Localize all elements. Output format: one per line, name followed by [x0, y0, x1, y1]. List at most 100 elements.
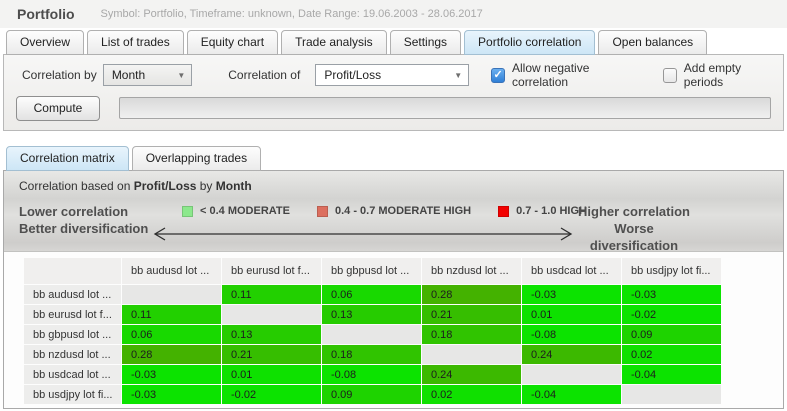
matrix-value-cell: 0.13	[322, 305, 421, 324]
tab-trade-analysis[interactable]: Trade analysis	[281, 30, 387, 55]
lower-correlation-line1: Lower correlation	[19, 203, 148, 220]
matrix-value-cell: 0.21	[222, 345, 321, 364]
checkbox-icon[interactable]: ✓	[663, 68, 677, 83]
subtab-overlapping-trades[interactable]: Overlapping trades	[132, 146, 261, 171]
based-on-measure: Profit/Loss	[134, 179, 197, 193]
chevron-down-icon: ▼	[454, 71, 462, 80]
tab-portfolio-correlation[interactable]: Portfolio correlation	[464, 30, 595, 55]
matrix-value-cell: 0.18	[422, 325, 521, 344]
matrix-diagonal-cell	[222, 305, 321, 324]
correlation-of-select[interactable]: Profit/Loss ▼	[315, 64, 469, 86]
matrix-row-label: bb audusd lot ...	[24, 285, 121, 304]
matrix-value-cell: 0.02	[422, 385, 521, 404]
based-on-text: Correlation based on Profit/Loss by Mont…	[4, 171, 783, 193]
window-header: Portfolio Symbol: Portfolio, Timeframe: …	[0, 0, 787, 28]
matrix-row-label: bb gbpusd lot ...	[24, 325, 121, 344]
matrix-value-cell: -0.08	[322, 365, 421, 384]
matrix-column-header: bb gbpusd lot ...	[322, 258, 421, 284]
double-arrow-icon	[144, 226, 582, 242]
matrix-row: bb gbpusd lot ...0.060.130.18-0.080.09	[24, 325, 721, 344]
matrix-row-label: bb usdjpy lot fi...	[24, 385, 121, 404]
matrix-value-cell: 0.06	[322, 285, 421, 304]
matrix-value-cell: -0.08	[522, 325, 621, 344]
matrix-value-cell: 0.28	[122, 345, 221, 364]
matrix-diagonal-cell	[422, 345, 521, 364]
compute-button[interactable]: Compute	[16, 96, 100, 121]
worse-diversification-line2: Worse diversification	[574, 220, 694, 254]
allow-negative-correlation-checkbox[interactable]: ✓ Allow negative correlation	[491, 61, 637, 89]
legend-item: 0.4 - 0.7 MODERATE HIGH	[317, 205, 471, 217]
legend-section: Correlation based on Profit/Loss by Mont…	[4, 171, 783, 252]
matrix-value-cell: 0.11	[122, 305, 221, 324]
correlation-by-label: Correlation by	[22, 68, 103, 82]
correlation-matrix: bb audusd lot ...bb eurusd lot f...bb gb…	[4, 252, 783, 405]
matrix-value-cell: -0.03	[622, 285, 721, 304]
add-empty-periods-label: Add empty periods	[684, 61, 775, 89]
matrix-value-cell: 0.24	[422, 365, 521, 384]
main-tabs: OverviewList of tradesEquity chartTrade …	[0, 30, 787, 55]
matrix-diagonal-cell	[622, 385, 721, 404]
correlation-by-value: Month	[112, 68, 145, 82]
matrix-header-row: bb audusd lot ...bb eurusd lot f...bb gb…	[24, 258, 721, 284]
correlation-controls-panel: Correlation by Month ▼ Correlation of Pr…	[3, 54, 784, 131]
matrix-value-cell: 0.01	[222, 365, 321, 384]
matrix-row: bb audusd lot ...0.110.060.28-0.03-0.03	[24, 285, 721, 304]
matrix-diagonal-cell	[322, 325, 421, 344]
matrix-value-cell: 0.18	[322, 345, 421, 364]
matrix-corner-cell	[24, 258, 121, 284]
better-diversification-line2: Better diversification	[19, 220, 148, 237]
correlation-panel: Correlation based on Profit/Loss by Mont…	[3, 170, 784, 409]
matrix-value-cell: -0.04	[522, 385, 621, 404]
matrix-value-cell: 0.06	[122, 325, 221, 344]
matrix-value-cell: 0.13	[222, 325, 321, 344]
based-on-period: Month	[216, 179, 252, 193]
legend-swatch-icon	[317, 206, 328, 217]
matrix-column-header: bb nzdusd lot ...	[422, 258, 521, 284]
matrix-value-cell: 0.24	[522, 345, 621, 364]
matrix-value-cell: 0.11	[222, 285, 321, 304]
subtab-correlation-matrix[interactable]: Correlation matrix	[6, 146, 129, 171]
matrix-value-cell: -0.04	[622, 365, 721, 384]
based-on-mid: by	[196, 179, 215, 193]
matrix-column-header: bb usdjpy lot fi...	[622, 258, 721, 284]
allow-negative-correlation-label: Allow negative correlation	[512, 61, 637, 89]
legend-item: < 0.4 MODERATE	[182, 205, 290, 217]
checkbox-icon[interactable]: ✓	[491, 68, 505, 83]
legend-row: Lower correlation Better diversification…	[4, 199, 783, 251]
chevron-down-icon: ▼	[177, 71, 185, 80]
page-title: Portfolio	[17, 6, 75, 22]
matrix-column-header: bb usdcad lot ...	[522, 258, 621, 284]
tab-overview[interactable]: Overview	[6, 30, 84, 55]
matrix-value-cell: 0.02	[622, 345, 721, 364]
correlation-table: bb audusd lot ...bb eurusd lot f...bb gb…	[23, 257, 722, 405]
matrix-row-label: bb usdcad lot ...	[24, 365, 121, 384]
matrix-value-cell: -0.02	[622, 305, 721, 324]
matrix-row: bb usdjpy lot fi...-0.03-0.020.090.02-0.…	[24, 385, 721, 404]
matrix-row: bb usdcad lot ...-0.030.01-0.080.24-0.04	[24, 365, 721, 384]
higher-correlation-line1: Higher correlation	[574, 203, 694, 220]
add-empty-periods-checkbox[interactable]: ✓ Add empty periods	[663, 61, 775, 89]
progress-bar	[119, 97, 771, 119]
portfolio-window: Portfolio Symbol: Portfolio, Timeframe: …	[0, 0, 787, 411]
tab-list-of-trades[interactable]: List of trades	[87, 30, 184, 55]
correlation-of-label: Correlation of	[228, 68, 305, 82]
based-on-prefix: Correlation based on	[19, 179, 134, 193]
tab-settings[interactable]: Settings	[390, 30, 461, 55]
legend-label: 0.4 - 0.7 MODERATE HIGH	[335, 205, 471, 217]
correlation-of-value: Profit/Loss	[324, 68, 381, 82]
tab-equity-chart[interactable]: Equity chart	[187, 30, 278, 55]
legend-label: < 0.4 MODERATE	[200, 205, 290, 217]
correlation-by-select[interactable]: Month ▼	[103, 64, 192, 86]
matrix-value-cell: -0.03	[522, 285, 621, 304]
tab-open-balances[interactable]: Open balances	[598, 30, 707, 55]
compute-row: Compute	[12, 95, 775, 121]
matrix-row: bb nzdusd lot ...0.280.210.180.240.02	[24, 345, 721, 364]
matrix-column-header: bb audusd lot ...	[122, 258, 221, 284]
matrix-value-cell: 0.01	[522, 305, 621, 324]
lower-correlation-note: Lower correlation Better diversification	[19, 203, 148, 237]
matrix-column-header: bb eurusd lot f...	[222, 258, 321, 284]
controls-row: Correlation by Month ▼ Correlation of Pr…	[12, 63, 775, 87]
matrix-value-cell: -0.02	[222, 385, 321, 404]
legend-swatch-icon	[498, 206, 509, 217]
matrix-value-cell: 0.28	[422, 285, 521, 304]
